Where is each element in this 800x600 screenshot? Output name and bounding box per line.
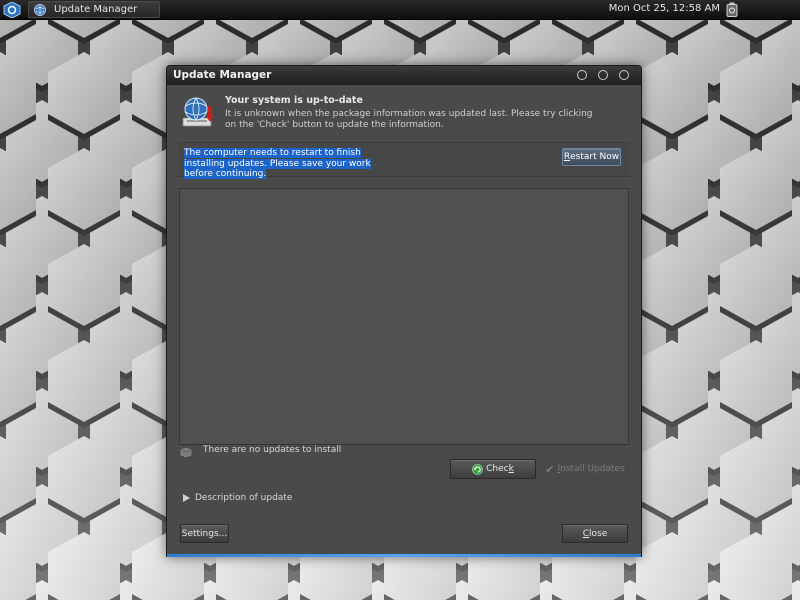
refresh-icon <box>472 463 483 475</box>
description-expander[interactable]: Description of update <box>183 493 292 503</box>
clock[interactable]: Mon Oct 25, 12:58 AM <box>609 3 720 14</box>
restart-message-text: The computer needs to restart to finish … <box>184 148 371 179</box>
restart-message: The computer needs to restart to finish … <box>184 148 400 180</box>
no-updates-label: There are no updates to install <box>203 445 342 455</box>
updates-list[interactable] <box>179 188 629 445</box>
window-title: Update Manager <box>173 69 272 81</box>
install-updates-button[interactable]: ✔ Install Updates <box>542 459 628 479</box>
description-label: Description of update <box>195 493 293 503</box>
settings-button[interactable]: Settings... <box>180 524 229 543</box>
checkmark-icon: ✔ <box>545 462 555 476</box>
close-button[interactable]: Close <box>562 524 628 543</box>
triangle-right-icon <box>183 494 190 502</box>
globe-update-icon <box>182 97 214 127</box>
taskbar-task-label: Update Manager <box>54 4 138 15</box>
status-description: It is unknown when the package informati… <box>225 109 593 130</box>
battery-icon[interactable] <box>726 2 738 17</box>
package-icon <box>180 447 192 457</box>
distro-logo-icon[interactable] <box>2 1 22 18</box>
check-button[interactable]: Chec k <box>450 459 536 479</box>
window-titlebar[interactable]: Update Manager <box>167 66 641 85</box>
taskbar-task-update-manager[interactable]: Update Manager <box>28 1 160 18</box>
window-close-button[interactable] <box>619 70 629 80</box>
minimize-button[interactable] <box>577 70 587 80</box>
window-focus-glow <box>167 554 641 557</box>
update-manager-icon <box>34 3 46 16</box>
top-panel: Update Manager Mon Oct 25, 12:58 AM <box>0 0 800 20</box>
status-heading: Your system is up-to-date <box>225 95 363 106</box>
restart-now-button[interactable]: Restart Now <box>562 148 621 166</box>
maximize-button[interactable] <box>598 70 608 80</box>
update-manager-window: Update Manager Your system is up-to-date… <box>166 65 642 557</box>
